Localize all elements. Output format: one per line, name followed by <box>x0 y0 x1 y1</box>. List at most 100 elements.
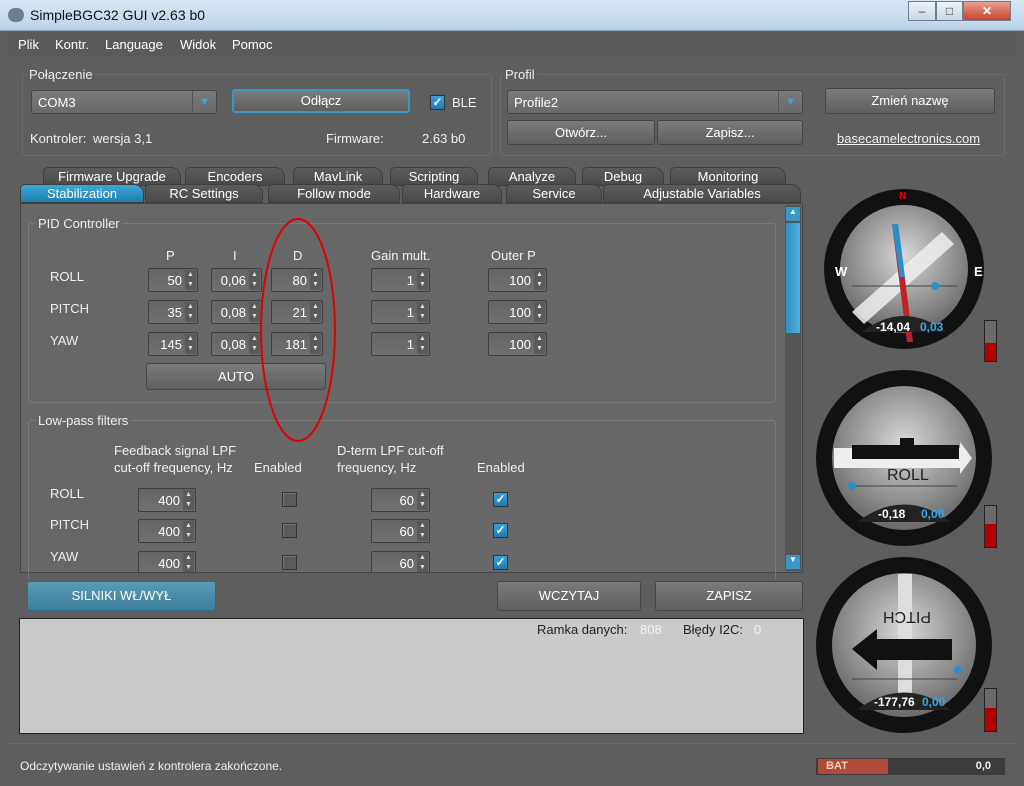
open-profile-button[interactable]: Otwórz... <box>507 120 655 145</box>
lpf-rows: ROLL 400 ▲ ▼ 60 ▲ ▼ ✓ PITCH 400 ▲ ▼ 60 ▲ ▼ ✓ YAW 400 ▲ ▼ 60 ▲… <box>21 480 781 572</box>
lpf-yaw-dterm-input[interactable]: 60 ▲ ▼ <box>371 551 430 572</box>
menu-pomoc[interactable]: Pomoc <box>232 37 272 52</box>
profile-select[interactable]: Profile2 ▼ <box>507 90 803 114</box>
read-button[interactable]: WCZYTAJ <box>497 581 641 611</box>
spin-arrows-icon[interactable]: ▲ ▼ <box>183 521 194 541</box>
roll-label: ROLL <box>887 467 929 484</box>
rename-profile-button[interactable]: Zmień nazwę <box>825 88 995 114</box>
lpf-row-label-pitch: PITCH <box>50 517 89 532</box>
scroll-down-icon[interactable]: ▼ <box>786 555 800 569</box>
spin-value: 35 <box>167 305 182 320</box>
spin-arrows-icon[interactable]: ▲ ▼ <box>185 302 196 322</box>
menu-widok[interactable]: Widok <box>180 37 216 52</box>
window-title: SimpleBGC32 GUI v2.63 b0 <box>30 7 206 23</box>
motors-toggle-button[interactable]: SILNIKI WŁ/WYŁ <box>27 581 216 611</box>
minimize-button[interactable]: – <box>908 1 936 21</box>
lpf-roll-dterm-enabled-checkbox[interactable]: ✓ <box>493 492 508 507</box>
tab-service[interactable]: Service <box>506 184 602 203</box>
scrollbar-thumb[interactable] <box>786 223 800 333</box>
header-feedback-line2: cut-off frequency, Hz <box>114 460 233 475</box>
disconnect-button[interactable]: Odłącz <box>232 89 410 113</box>
yaw-setpoint-marker <box>931 282 939 290</box>
pid-label: PID Controller <box>36 216 122 231</box>
spin-arrows-icon[interactable]: ▲ ▼ <box>417 270 428 290</box>
spin-arrows-icon[interactable]: ▲ ▼ <box>534 270 545 290</box>
spin-arrows-icon[interactable]: ▲ ▼ <box>183 553 194 572</box>
firmware-label: Firmware: <box>326 131 384 146</box>
spin-arrows-icon[interactable]: ▲ ▼ <box>417 521 428 541</box>
website-link[interactable]: basecamelectronics.com <box>837 131 980 146</box>
spin-arrows-icon[interactable]: ▲ ▼ <box>417 553 428 572</box>
pid-pitch-gain-mult-input[interactable]: 1 ▲ ▼ <box>371 300 430 324</box>
pid-row-label-pitch: PITCH <box>50 301 89 316</box>
pid-yaw-p-input[interactable]: 145 ▲ ▼ <box>148 332 198 356</box>
pid-roll-outer-p-input[interactable]: 100 ▲ ▼ <box>488 268 547 292</box>
spin-arrows-icon[interactable]: ▲ ▼ <box>417 334 428 354</box>
tab-hardware[interactable]: Hardware <box>402 184 502 203</box>
pid-roll-p-input[interactable]: 50 ▲ ▼ <box>148 268 198 292</box>
close-button[interactable]: ✕ <box>963 1 1011 21</box>
lpf-pitch-dterm-input[interactable]: 60 ▲ ▼ <box>371 519 430 543</box>
pitch-rate: 0,00 <box>922 695 946 709</box>
port-select[interactable]: COM3 ▼ <box>31 90 217 114</box>
save-profile-button[interactable]: Zapisz... <box>657 120 803 145</box>
pid-roll-gain-mult-input[interactable]: 1 ▲ ▼ <box>371 268 430 292</box>
lpf-roll-feedback-input[interactable]: 400 ▲ ▼ <box>138 488 196 512</box>
header-enabled: Enabled <box>254 460 302 475</box>
maximize-button[interactable]: □ <box>936 1 963 21</box>
lpf-yaw-feedback-input[interactable]: 400 ▲ ▼ <box>138 551 196 572</box>
header-p: P <box>166 248 175 263</box>
tab-follow-mode[interactable]: Follow mode <box>268 184 400 203</box>
battery-value: 0,0 <box>975 760 991 772</box>
compass-w: W <box>835 264 848 279</box>
spin-arrows-icon[interactable]: ▲ ▼ <box>534 302 545 322</box>
spin-value: 50 <box>167 273 182 288</box>
lpf-roll-dterm-input[interactable]: 60 ▲ ▼ <box>371 488 430 512</box>
battery-bar: BAT 0,0 <box>816 758 1005 775</box>
spin-arrows-icon[interactable]: ▲ ▼ <box>185 334 196 354</box>
lpf-roll-feedback-enabled-checkbox[interactable] <box>282 492 297 507</box>
tab-adjustable-variables[interactable]: Adjustable Variables <box>603 184 801 203</box>
spin-value: 60 <box>399 556 414 571</box>
chevron-down-icon: ▼ <box>192 91 216 113</box>
tab-stabilization[interactable]: Stabilization <box>20 184 144 203</box>
pid-yaw-gain-mult-input[interactable]: 1 ▲ ▼ <box>371 332 430 356</box>
pid-pitch-p-input[interactable]: 35 ▲ ▼ <box>148 300 198 324</box>
spin-arrows-icon[interactable]: ▲ ▼ <box>185 270 196 290</box>
ble-label: BLE <box>452 95 477 110</box>
write-button[interactable]: ZAPISZ <box>655 581 803 611</box>
ble-checkbox[interactable]: ✓ <box>430 95 445 110</box>
frame-value: 808 <box>640 622 662 637</box>
menu-language[interactable]: Language <box>105 37 163 52</box>
lpf-pitch-feedback-input[interactable]: 400 ▲ ▼ <box>138 519 196 543</box>
pid-pitch-outer-p-input[interactable]: 100 ▲ ▼ <box>488 300 547 324</box>
menu-bar: Plik Kontr. Language Widok Pomoc <box>8 32 1016 56</box>
menu-kontr[interactable]: Kontr. <box>55 37 89 52</box>
yaw-gauge: W E N -14,04 0,03 <box>824 189 984 349</box>
spin-value: 145 <box>160 337 182 352</box>
spin-value: 400 <box>158 493 180 508</box>
lpf-pitch-dterm-enabled-checkbox[interactable]: ✓ <box>493 523 508 538</box>
compass-e: E <box>974 264 983 279</box>
spin-arrows-icon[interactable]: ▲ ▼ <box>417 302 428 322</box>
status-message: Odczytywanie ustawień z kontrolera zakoń… <box>20 759 283 773</box>
lpf-yaw-dterm-enabled-checkbox[interactable]: ✓ <box>493 555 508 570</box>
lpf-pitch-feedback-enabled-checkbox[interactable] <box>282 523 297 538</box>
scroll-up-icon[interactable]: ▲ <box>786 207 800 221</box>
spin-value: 0,08 <box>220 337 246 352</box>
roll-horizon-icon <box>852 445 959 459</box>
compass-n: N <box>899 191 906 202</box>
spin-arrows-icon[interactable]: ▲ ▼ <box>183 490 194 510</box>
title-bar: SimpleBGC32 GUI v2.63 b0 – □ ✕ <box>0 0 1024 31</box>
pid-yaw-outer-p-input[interactable]: 100 ▲ ▼ <box>488 332 547 356</box>
pitch-level-indicator <box>984 688 997 732</box>
spin-arrows-icon[interactable]: ▲ ▼ <box>417 490 428 510</box>
lpf-yaw-feedback-enabled-checkbox[interactable] <box>282 555 297 570</box>
spin-value: 100 <box>509 273 531 288</box>
yaw-angle: -14,04 <box>876 320 910 334</box>
menu-plik[interactable]: Plik <box>18 37 39 52</box>
scrollbar[interactable]: ▲ ▼ <box>785 205 801 571</box>
tab-rc-settings[interactable]: RC Settings <box>145 184 263 203</box>
spin-arrows-icon[interactable]: ▲ ▼ <box>534 334 545 354</box>
pitch-gauge: PITCH -177,76 0,00 <box>816 557 992 733</box>
